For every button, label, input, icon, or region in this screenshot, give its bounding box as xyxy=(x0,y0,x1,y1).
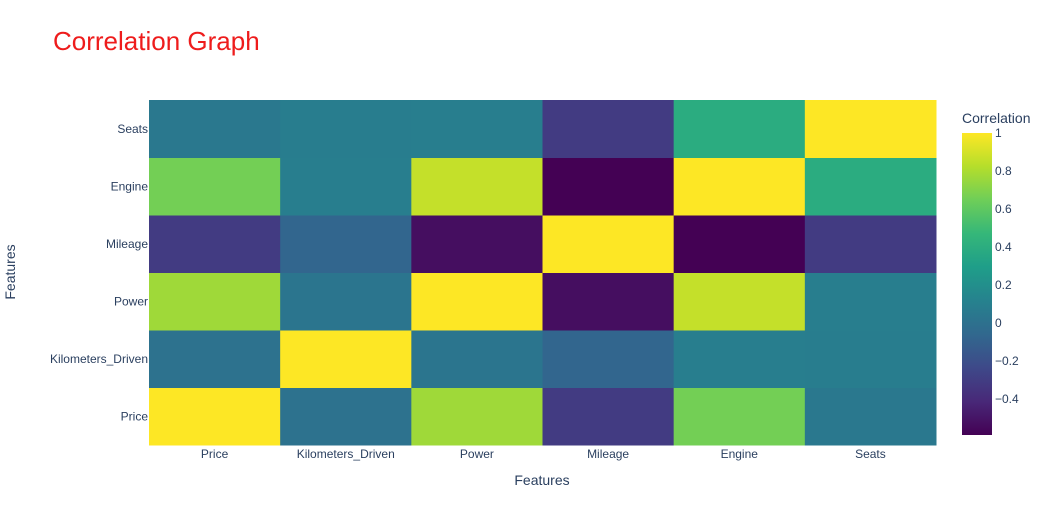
heatmap-cell-Engine-Engine xyxy=(673,157,806,216)
colorbar-tick-label: 1 xyxy=(995,126,1002,140)
colorbar-tick-label: 0.6 xyxy=(995,202,1012,216)
heatmap-cell-Seats-Power xyxy=(411,100,543,158)
heatmap-cell-Kilometers_Driven-Kilometers_Driven xyxy=(280,330,412,388)
heatmap-cell-Seats-Kilometers_Driven xyxy=(280,100,412,158)
x-tick-label: Engine xyxy=(721,447,759,461)
y-tick-label: Mileage xyxy=(106,237,148,251)
heatmap-cell-Power-Seats xyxy=(804,272,937,331)
x-axis-ticks: Price Kilometers_Driven Power Mileage Engine… xyxy=(201,447,886,461)
heatmap-cell-Seats-Mileage xyxy=(542,100,675,158)
y-tick-label: Seats xyxy=(117,122,148,136)
heatmap-cell-Power-Mileage xyxy=(542,272,675,331)
heatmap-cell-Kilometers_Driven-Seats xyxy=(804,330,937,388)
heatmap-cell-Seats-Price xyxy=(149,100,281,158)
heatmap-cells xyxy=(149,100,937,446)
heatmap-cell-Engine-Mileage xyxy=(542,157,675,216)
heatmap-cell-Power-Engine xyxy=(673,272,806,331)
heatmap-cell-Kilometers_Driven-Mileage xyxy=(542,330,675,388)
x-tick-label: Mileage xyxy=(587,447,629,461)
heatmap-cell-Kilometers_Driven-Engine xyxy=(673,330,806,388)
heatmap-cell-Price-Price xyxy=(149,387,281,446)
y-tick-label: Power xyxy=(114,294,148,308)
colorbar-tick-label: −0.4 xyxy=(995,392,1019,406)
heatmap-cell-Power-Power xyxy=(411,272,543,331)
y-axis-title: Features xyxy=(2,244,18,299)
y-tick-label: Kilometers_Driven xyxy=(50,352,148,366)
heatmap-cell-Price-Mileage xyxy=(542,387,675,446)
heatmap-cell-Mileage-Mileage xyxy=(542,215,675,273)
heatmap-cell-Seats-Engine xyxy=(673,100,806,158)
colorbar-tick-label: 0.8 xyxy=(995,164,1012,178)
heatmap-cell-Price-Seats xyxy=(804,387,937,446)
y-tick-label: Engine xyxy=(111,179,149,193)
x-tick-label: Power xyxy=(460,447,494,461)
heatmap-cell-Engine-Seats xyxy=(804,157,937,216)
heatmap-cell-Mileage-Power xyxy=(411,215,543,273)
y-tick-label: Price xyxy=(121,409,149,423)
colorbar-tick-label: −0.2 xyxy=(995,354,1019,368)
heatmap-cell-Power-Price xyxy=(149,272,281,331)
x-axis-title: Features xyxy=(514,472,569,488)
heatmap-cell-Price-Engine xyxy=(673,387,806,446)
heatmap-cell-Price-Kilometers_Driven xyxy=(280,387,412,446)
chart-title: Correlation Graph xyxy=(53,26,260,56)
x-tick-label: Price xyxy=(201,447,229,461)
heatmap-cell-Engine-Power xyxy=(411,157,543,216)
colorbar-tick-label: 0 xyxy=(995,316,1002,330)
x-tick-label: Seats xyxy=(855,447,886,461)
heatmap-cell-Mileage-Price xyxy=(149,215,281,273)
heatmap-cell-Mileage-Engine xyxy=(673,215,806,273)
colorbar xyxy=(962,133,992,435)
y-axis-ticks: Price Kilometers_Driven Power Mileage Engine… xyxy=(50,122,148,424)
heatmap-cell-Power-Kilometers_Driven xyxy=(280,272,412,331)
correlation-heatmap-chart: Correlation Graph Price Kilometers_Driven… xyxy=(2,26,1030,488)
heatmap-cell-Kilometers_Driven-Price xyxy=(149,330,281,388)
heatmap-cell-Engine-Price xyxy=(149,157,281,216)
colorbar-title: Correlation xyxy=(962,110,1030,126)
colorbar-tick-label: 0.2 xyxy=(995,278,1012,292)
heatmap-cell-Price-Power xyxy=(411,387,543,446)
colorbar-tick-label: 0.4 xyxy=(995,240,1012,254)
heatmap-cell-Engine-Kilometers_Driven xyxy=(280,157,412,216)
heatmap-cell-Kilometers_Driven-Power xyxy=(411,330,543,388)
heatmap-cell-Seats-Seats xyxy=(804,100,937,158)
colorbar-ticks: 1 0.8 0.6 0.4 0.2 0 −0.2 −0.4 xyxy=(995,126,1019,406)
heatmap-cell-Mileage-Seats xyxy=(804,215,937,273)
heatmap-cell-Mileage-Kilometers_Driven xyxy=(280,215,412,273)
x-tick-label: Kilometers_Driven xyxy=(297,447,395,461)
